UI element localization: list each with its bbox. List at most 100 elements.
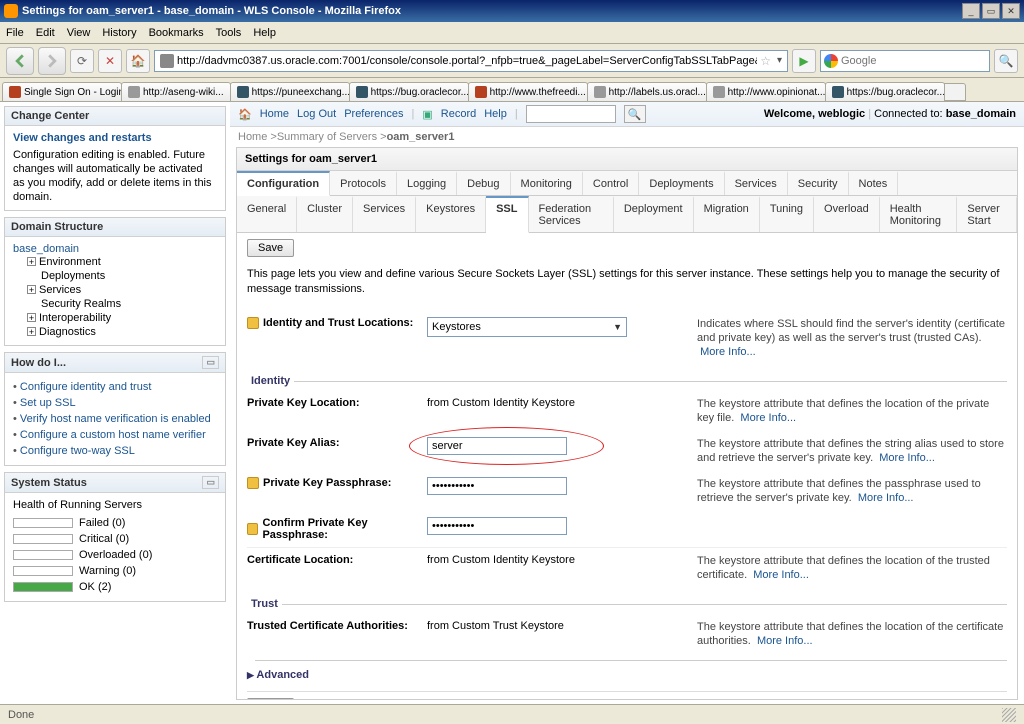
url-bar[interactable]: ☆ ▾: [154, 50, 788, 72]
subtab-cluster[interactable]: Cluster: [297, 196, 353, 232]
subtab-overload[interactable]: Overload: [814, 196, 880, 232]
private-key-passphrase-input[interactable]: [427, 477, 567, 495]
subtab-serverstart[interactable]: Server Start: [957, 196, 1017, 232]
bookmark-star-icon[interactable]: ☆: [760, 54, 771, 68]
nav-home[interactable]: Home: [260, 108, 289, 120]
nav-record[interactable]: Record: [441, 108, 476, 120]
tab-control[interactable]: Control: [583, 171, 639, 195]
tab-notes[interactable]: Notes: [849, 171, 899, 195]
menu-view[interactable]: View: [67, 27, 91, 39]
more-info-link[interactable]: More Info...: [753, 569, 809, 581]
browser-tab[interactable]: https://bug.oraclecor...: [825, 82, 945, 101]
reload-button[interactable]: ⟳: [70, 49, 94, 73]
tree-node-interoperability[interactable]: Interoperability: [39, 312, 111, 324]
tree-toggle-icon[interactable]: +: [27, 285, 36, 294]
tree-node-deployments[interactable]: Deployments: [41, 270, 105, 282]
menu-file[interactable]: File: [6, 27, 24, 39]
new-tab-button[interactable]: [944, 83, 966, 101]
more-info-link[interactable]: More Info...: [879, 452, 935, 464]
url-input[interactable]: [177, 55, 757, 67]
search-input[interactable]: [841, 55, 989, 67]
tab-security[interactable]: Security: [788, 171, 849, 195]
tree-toggle-icon[interactable]: +: [27, 257, 36, 266]
subtab-deployment[interactable]: Deployment: [614, 196, 694, 232]
howdo-link[interactable]: Configure a custom host name verifier: [20, 429, 206, 441]
maximize-button[interactable]: ▭: [982, 3, 1000, 19]
tab-deployments[interactable]: Deployments: [639, 171, 724, 195]
browser-tab[interactable]: http://www.thefreedi...: [468, 82, 588, 101]
identity-trust-select[interactable]: Keystores▼: [427, 317, 627, 337]
collapse-icon[interactable]: ▭: [202, 356, 219, 369]
tab-monitoring[interactable]: Monitoring: [511, 171, 583, 195]
tab-protocols[interactable]: Protocols: [330, 171, 397, 195]
tree-node-security-realms[interactable]: Security Realms: [41, 298, 121, 310]
url-dropdown-icon[interactable]: ▾: [774, 55, 785, 66]
search-go-button[interactable]: 🔍: [994, 49, 1018, 73]
tree-toggle-icon[interactable]: +: [27, 313, 36, 322]
more-info-link[interactable]: More Info...: [700, 346, 756, 358]
home-button[interactable]: 🏠: [126, 49, 150, 73]
private-key-alias-input[interactable]: [427, 437, 567, 455]
advanced-toggle[interactable]: Advanced: [247, 665, 1007, 685]
subtab-migration[interactable]: Migration: [694, 196, 760, 232]
browser-tab[interactable]: Single Sign On - Login: [2, 82, 122, 101]
collapse-icon[interactable]: ▭: [202, 476, 219, 489]
menu-edit[interactable]: Edit: [36, 27, 55, 39]
howdo-link[interactable]: Configure identity and trust: [20, 381, 151, 393]
tab-configuration[interactable]: Configuration: [237, 171, 330, 196]
save-button[interactable]: Save: [247, 239, 294, 257]
subtab-keystores[interactable]: Keystores: [416, 196, 486, 232]
console-search-button[interactable]: 🔍: [624, 105, 646, 123]
back-button[interactable]: [6, 47, 34, 75]
nav-help[interactable]: Help: [484, 108, 507, 120]
save-button-bottom[interactable]: Save: [247, 698, 294, 700]
nav-logout[interactable]: Log Out: [297, 108, 336, 120]
menu-history[interactable]: History: [102, 27, 136, 39]
view-changes-link[interactable]: View changes and restarts: [13, 132, 152, 144]
stop-button[interactable]: ✕: [98, 49, 122, 73]
subtab-health[interactable]: Health Monitoring: [880, 196, 958, 232]
minimize-button[interactable]: _: [962, 3, 980, 19]
howdo-link[interactable]: Verify host name verification is enabled: [20, 413, 211, 425]
more-info-link[interactable]: More Info...: [757, 635, 813, 647]
tree-node-services[interactable]: Services: [39, 284, 81, 296]
browser-tab[interactable]: http://www.opinionat...: [706, 82, 826, 101]
status-bar-icon: [13, 518, 73, 528]
resize-grip-icon[interactable]: [1002, 708, 1016, 722]
browser-tab[interactable]: https://puneexchang...: [230, 82, 350, 101]
tree-toggle-icon[interactable]: +: [27, 327, 36, 336]
tree-node-environment[interactable]: Environment: [39, 256, 101, 268]
more-info-link[interactable]: More Info...: [740, 412, 796, 424]
tab-debug[interactable]: Debug: [457, 171, 510, 195]
tree-node-diagnostics[interactable]: Diagnostics: [39, 326, 96, 338]
breadcrumb-item[interactable]: Summary of Servers: [277, 131, 377, 143]
chevron-down-icon: ▼: [613, 322, 622, 332]
howdo-link[interactable]: Set up SSL: [20, 397, 76, 409]
tab-logging[interactable]: Logging: [397, 171, 457, 195]
search-bar[interactable]: [820, 50, 990, 72]
breadcrumb-item[interactable]: Home: [238, 131, 267, 143]
tab-favicon-icon: [475, 86, 487, 98]
subtab-ssl[interactable]: SSL: [486, 196, 528, 233]
nav-preferences[interactable]: Preferences: [344, 108, 403, 120]
howdo-link[interactable]: Configure two-way SSL: [20, 445, 135, 457]
forward-button[interactable]: [38, 47, 66, 75]
tab-services[interactable]: Services: [725, 171, 788, 195]
console-search-input[interactable]: [526, 105, 616, 123]
browser-tab[interactable]: http://labels.us.oracl...: [587, 82, 707, 101]
more-info-link[interactable]: More Info...: [858, 492, 914, 504]
tree-root[interactable]: base_domain: [13, 243, 217, 255]
subtab-federation[interactable]: Federation Services: [529, 196, 614, 232]
close-button[interactable]: ✕: [1002, 3, 1020, 19]
go-button[interactable]: ▶: [792, 49, 816, 73]
confirm-passphrase-input[interactable]: [427, 517, 567, 535]
menu-help[interactable]: Help: [253, 27, 276, 39]
subtab-tuning[interactable]: Tuning: [760, 196, 814, 232]
menu-tools[interactable]: Tools: [216, 27, 242, 39]
browser-tab[interactable]: http://aseng-wiki...: [121, 82, 231, 101]
console-top-nav: 🏠 Home Log Out Preferences | ▣ Record He…: [230, 102, 1024, 127]
browser-tab[interactable]: https://bug.oraclecor...: [349, 82, 469, 101]
subtab-general[interactable]: General: [237, 196, 297, 232]
menu-bookmarks[interactable]: Bookmarks: [149, 27, 204, 39]
subtab-services[interactable]: Services: [353, 196, 416, 232]
